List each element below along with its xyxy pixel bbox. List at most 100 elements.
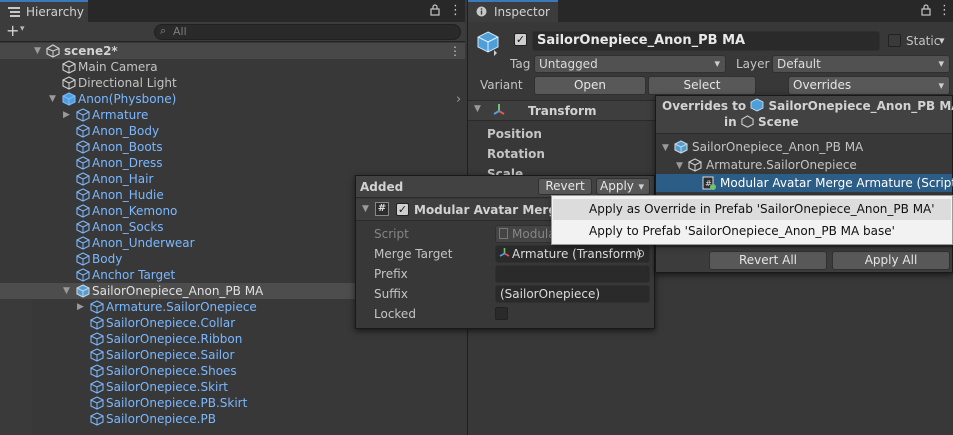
hierarchy-row[interactable]: Anon_Body	[0, 123, 465, 139]
collapse-arrow-icon[interactable]: ▼	[49, 91, 56, 107]
collapse-arrow-icon[interactable]: ▼	[676, 157, 683, 175]
prefab-cube-icon	[90, 348, 104, 362]
inspector-lock-icon[interactable]	[921, 4, 931, 19]
transform-expand-icon[interactable]: ▼	[474, 104, 481, 114]
apply-button[interactable]: Apply	[596, 178, 650, 195]
menu-item-apply-to-base[interactable]: Apply to Prefab 'SailorOnepiece_Anon_PB …	[553, 221, 951, 242]
overrides-tree-item[interactable]: # Modular Avatar Merge Armature (Script)	[656, 174, 953, 192]
info-icon	[476, 6, 490, 17]
transform-small-icon	[499, 247, 510, 263]
static-dropdown-icon[interactable]: ▾	[939, 34, 945, 47]
hierarchy-row[interactable]: SailorOnepiece.Shoes	[0, 363, 465, 379]
revert-button[interactable]: Revert	[538, 178, 592, 195]
menu-item-apply-override[interactable]: Apply as Override in Prefab 'SailorOnepi…	[553, 199, 951, 220]
tab-inspector[interactable]: Inspector	[468, 0, 558, 22]
prefab-cube-icon	[76, 140, 90, 154]
component-name: Modular Avatar Merge	[414, 203, 566, 217]
revert-all-button[interactable]: Revert All	[709, 251, 827, 270]
hierarchy-row-label: Main Camera	[78, 60, 158, 74]
hierarchy-row-label: Anon_Boots	[92, 140, 163, 154]
merge-target-field[interactable]: Armature (Transform) ⊙	[495, 245, 650, 263]
suffix-field[interactable]: (SailorOnepiece)	[495, 285, 650, 303]
overrides-footer: Revert All Apply All	[656, 246, 952, 272]
scene-row[interactable]: ▼ scene2* ⋮	[0, 43, 465, 59]
prefab-cube-icon	[76, 236, 90, 250]
overrides-title-object: SailorOnepiece_Anon_PB MA	[768, 99, 953, 113]
locked-checkbox[interactable]	[495, 307, 508, 320]
hierarchy-row-label: Anon_Hudie	[92, 188, 164, 202]
search-icon: ⌕	[160, 24, 167, 37]
hierarchy-row-label: Anon_Dress	[92, 156, 163, 170]
collapse-arrow-icon[interactable]: ▼	[662, 139, 669, 157]
create-plus-icon[interactable]: +	[6, 22, 19, 40]
list-icon	[8, 6, 22, 17]
static-checkbox[interactable]	[888, 34, 901, 47]
tag-dropdown[interactable]: Untagged	[534, 55, 726, 73]
object-picker-icon[interactable]: ⊙	[636, 246, 645, 262]
inspector-kebab-icon[interactable]: ⋮	[938, 3, 951, 18]
tab-hierarchy[interactable]: Hierarchy	[0, 0, 88, 22]
hierarchy-row-label: SailorOnepiece.Sailor	[106, 348, 235, 362]
lock-icon[interactable]	[430, 4, 440, 19]
gameobject-cube-icon	[688, 158, 702, 172]
object-name-field[interactable]: SailorOnepiece_Anon_PB MA	[532, 31, 880, 51]
hierarchy-tabbar: Hierarchy ⋮	[0, 0, 465, 22]
hierarchy-row[interactable]: Anon_Boots	[0, 139, 465, 155]
hierarchy-row[interactable]: SailorOnepiece.Skirt	[0, 379, 465, 395]
hierarchy-row[interactable]: ▶ Armature	[0, 107, 465, 123]
expand-arrow-icon[interactable]: ▶	[63, 107, 70, 123]
kebab-menu-icon[interactable]: ⋮	[449, 3, 462, 18]
hierarchy-row[interactable]: Main Camera	[0, 59, 465, 75]
component-enabled-checkbox[interactable]: ✓	[396, 203, 409, 216]
gameobject-cube-icon	[62, 76, 76, 90]
overrides-tree-item[interactable]: ▼ SailorOnepiece_Anon_PB MA	[656, 138, 952, 156]
prefab-cube-icon	[90, 380, 104, 394]
prefab-cube-icon	[76, 204, 90, 218]
hierarchy-row[interactable]: SailorOnepiece.PB	[0, 411, 465, 427]
overrides-dropdown[interactable]: Overrides	[788, 76, 950, 95]
component-expand-icon[interactable]: ▼	[362, 204, 369, 214]
prefab-cube-icon	[90, 412, 104, 426]
chevron-down-icon[interactable]: ▾	[20, 24, 25, 34]
layer-dropdown[interactable]: Default	[772, 55, 950, 73]
overrides-title-line2: in Scene	[724, 115, 799, 131]
hierarchy-row-label: Anon_Body	[92, 124, 160, 138]
merge-target-value: Armature (Transform)	[512, 247, 642, 261]
prefab-cube-icon	[90, 316, 104, 330]
hierarchy-toolbar: + ▾ ⌕ All	[0, 22, 465, 42]
scene-name: scene2*	[64, 44, 118, 58]
hierarchy-row[interactable]: SailorOnepiece.PB.Skirt	[0, 395, 465, 411]
hierarchy-row-label: Anchor Target	[92, 268, 176, 282]
inspector-tabbar: Inspector ⋮	[468, 0, 953, 22]
expand-arrow-icon[interactable]: ▶	[77, 299, 84, 315]
prefab-cube-icon	[76, 188, 90, 202]
prefab-cube-icon	[76, 268, 90, 282]
hierarchy-row[interactable]: Anon_Dress	[0, 155, 465, 171]
hierarchy-row[interactable]: SailorOnepiece.Sailor	[0, 347, 465, 363]
static-label[interactable]: Static	[906, 34, 940, 48]
hierarchy-row[interactable]: Directional Light	[0, 75, 465, 91]
gameobject-cube-icon	[674, 140, 688, 154]
search-input[interactable]: ⌕ All	[154, 24, 461, 40]
prefab-cube-icon	[90, 332, 104, 346]
overrides-title-scene: Scene	[758, 115, 799, 129]
hierarchy-row[interactable]: SailorOnepiece.Ribbon	[0, 331, 465, 347]
layer-label: Layer	[736, 57, 770, 71]
prefab-cube-icon	[76, 124, 90, 138]
hierarchy-row-label: Anon_Socks	[92, 220, 164, 234]
collapse-arrow-icon[interactable]: ▼	[63, 283, 70, 299]
locked-label: Locked	[374, 307, 416, 321]
prefab-cube-icon	[76, 108, 90, 122]
hierarchy-row-label: SailorOnepiece.Collar	[106, 316, 236, 330]
expand-arrow-icon[interactable]: ▼	[34, 43, 41, 59]
script-file-icon	[499, 228, 508, 239]
open-button[interactable]: Open	[534, 76, 646, 95]
active-checkbox[interactable]: ✓	[514, 33, 527, 46]
scene-kebab-icon[interactable]: ⋮	[449, 43, 461, 59]
overrides-tree-item[interactable]: ▼ Armature.SailorOnepiece	[656, 156, 952, 174]
prefix-field[interactable]	[495, 265, 650, 283]
apply-all-button[interactable]: Apply All	[832, 251, 950, 270]
select-button[interactable]: Select	[648, 76, 756, 95]
hierarchy-row-label: Anon(Physbone)	[78, 92, 177, 106]
hierarchy-row[interactable]: ▼ Anon(Physbone)	[0, 91, 465, 107]
